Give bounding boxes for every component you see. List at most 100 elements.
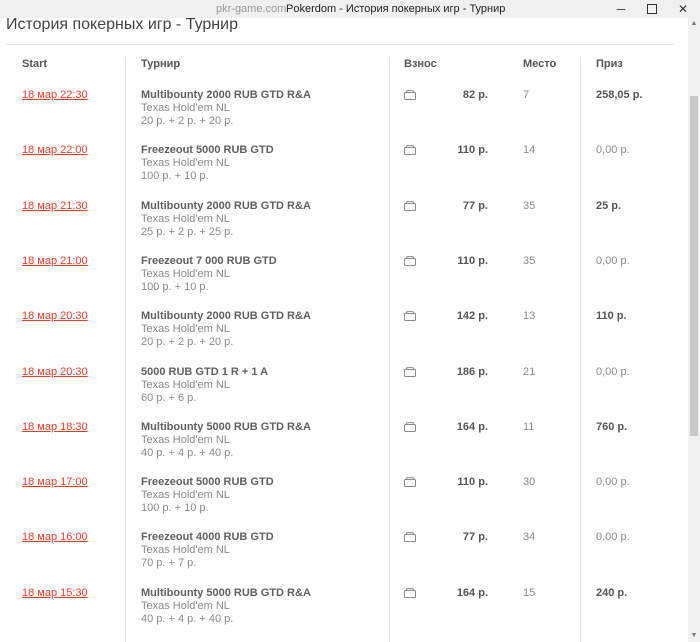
prize-amount: 25 р.: [596, 200, 622, 212]
table-row: 18 мар 15:30 Multibounty 5000 RUB GTD R&A…: [0, 587, 688, 642]
tournament-name: Freezeout 5000 RUB GTD: [141, 476, 274, 488]
prize-amount: 0,00 р.: [596, 476, 630, 488]
prize-amount: 760 р.: [596, 421, 628, 433]
header-buyin: Взнос: [404, 58, 437, 70]
buyin-amount: 110 р.: [457, 255, 488, 267]
buyin-amount: 77 р.: [462, 200, 488, 212]
table-row: 18 мар 21:30 Multibounty 2000 RUB GTD R&A…: [0, 200, 688, 255]
prize-amount: 240 р.: [596, 587, 628, 599]
finish-place: 30: [523, 476, 536, 488]
prize-amount: 0,00 р.: [596, 255, 630, 267]
tournament-date-link[interactable]: 18 мар 18:30: [22, 421, 88, 433]
game-type: Texas Hold'em NL: [141, 213, 230, 225]
scrollbar-thumb[interactable]: [690, 96, 698, 436]
table-row: 18 мар 22:00 Freezeout 5000 RUB GTD Texas …: [0, 144, 688, 199]
finish-place: 11: [523, 421, 535, 433]
prize-amount: 0,00 р.: [596, 531, 630, 543]
fee-breakdown: 70 р. + 7 р.: [141, 557, 197, 569]
fee-breakdown: 20 р. + 2 р. + 20 р.: [141, 336, 234, 348]
tournament-name: Freezeout 5000 RUB GTD: [141, 144, 274, 156]
tournament-date-link[interactable]: 18 мар 15:30: [22, 587, 88, 599]
buyin-amount: 164 р.: [456, 421, 488, 433]
wallet-icon: [404, 145, 416, 155]
prize-amount: 258,05 р.: [596, 89, 643, 101]
buyin-amount: 142 р.: [456, 310, 488, 322]
finish-place: 15: [523, 587, 536, 599]
window-title: Pokerdom - История покерных игр - Турнир: [286, 3, 506, 15]
game-type: Texas Hold'em NL: [141, 379, 230, 391]
wallet-icon: [404, 367, 416, 377]
prize-amount: 110 р.: [596, 310, 627, 322]
fee-breakdown: 60 р. + 6 р.: [141, 392, 197, 404]
fee-breakdown: 40 р. + 4 р. + 40 р.: [141, 447, 234, 459]
fee-breakdown: 100 р. + 10 р.: [141, 170, 209, 182]
tournament-name: Freezeout 7 000 RUB GTD: [141, 255, 277, 267]
wallet-icon: [404, 201, 416, 211]
finish-place: 34: [523, 531, 536, 543]
buyin-amount: 164 р.: [456, 587, 488, 599]
fee-breakdown: 25 р. + 2 р. + 25 р.: [141, 226, 234, 238]
header-start: Start: [22, 58, 48, 70]
tournament-name: Multibounty 2000 RUB GTD R&A: [141, 310, 311, 322]
buyin-amount: 110 р.: [457, 476, 488, 488]
minimize-button[interactable]: ─: [606, 0, 636, 18]
tournament-name: Multibounty 2000 RUB GTD R&A: [141, 200, 311, 212]
wallet-icon: [404, 90, 416, 100]
tournament-date-link[interactable]: 18 мар 22:00: [22, 144, 88, 156]
buyin-amount: 77 р.: [462, 531, 488, 543]
wallet-icon: [404, 256, 416, 266]
fee-breakdown: 100 р. + 10 р.: [141, 502, 209, 514]
tournament-date-link[interactable]: 18 мар 20:30: [22, 366, 88, 378]
finish-place: 21: [523, 366, 536, 378]
header-place: Место: [523, 58, 557, 70]
tournament-date-link[interactable]: 18 мар 22:30: [22, 89, 88, 101]
tournament-name: Multibounty 5000 RUB GTD R&A: [141, 587, 311, 599]
tournament-name: Multibounty 2000 RUB GTD R&A: [141, 89, 311, 101]
fee-breakdown: 100 р. + 10 р.: [141, 281, 209, 293]
game-type: Texas Hold'em NL: [141, 489, 230, 501]
table-row: 18 мар 16:00 Freezeout 4000 RUB GTD Texas …: [0, 531, 688, 586]
fee-breakdown: 40 р. + 4 р. + 40 р.: [141, 613, 234, 625]
tournament-date-link[interactable]: 18 мар 21:30: [22, 200, 88, 212]
maximize-icon: [647, 3, 657, 14]
wallet-icon: [404, 477, 416, 487]
finish-place: 35: [523, 255, 536, 267]
wallet-icon: [404, 588, 416, 598]
game-type: Texas Hold'em NL: [141, 544, 230, 556]
wallet-icon: [404, 311, 416, 321]
table-row: 18 мар 21:00 Freezeout 7 000 RUB GTD Texas…: [0, 255, 688, 310]
close-button[interactable]: ✕: [668, 0, 698, 18]
finish-place: 14: [523, 144, 536, 156]
buyin-amount: 110 р.: [457, 144, 488, 156]
tournament-date-link[interactable]: 18 мар 16:00: [22, 531, 88, 543]
table-row: 18 мар 20:30 5000 RUB GTD 1 R + 1 A Texas …: [0, 366, 688, 421]
scroll-down-arrow-icon[interactable]: ▼: [688, 630, 700, 642]
prize-amount: 0,00 р.: [596, 366, 630, 378]
wallet-icon: [404, 422, 416, 432]
table-row: 18 мар 18:30 Multibounty 5000 RUB GTD R&A…: [0, 421, 688, 476]
tournament-name: Freezeout 4000 RUB GTD: [141, 531, 274, 543]
table-row: 18 мар 17:00 Freezeout 5000 RUB GTD Texas …: [0, 476, 688, 531]
game-type: Texas Hold'em NL: [141, 323, 230, 335]
fee-breakdown: 20 р. + 2 р. + 20 р.: [141, 115, 234, 127]
game-type: Texas Hold'em NL: [141, 434, 230, 446]
tournament-date-link[interactable]: 18 мар 21:00: [22, 255, 88, 267]
scroll-up-arrow-icon[interactable]: ▲: [688, 18, 700, 30]
tournament-date-link[interactable]: 18 мар 20:30: [22, 310, 88, 322]
table-row: 18 мар 20:30 Multibounty 2000 RUB GTD R&A…: [0, 310, 688, 365]
header-tournament: Турнир: [141, 58, 181, 70]
tournament-date-link[interactable]: 18 мар 17:00: [22, 476, 88, 488]
buyin-amount: 186 р.: [456, 366, 488, 378]
tournament-name: 5000 RUB GTD 1 R + 1 A: [141, 366, 269, 378]
finish-place: 13: [523, 310, 536, 322]
vertical-scrollbar[interactable]: ▲ ▼: [688, 18, 700, 642]
maximize-button[interactable]: [637, 0, 667, 18]
table-row: 18 мар 22:30 Multibounty 2000 RUB GTD R&A…: [0, 89, 688, 144]
game-type: Texas Hold'em NL: [141, 102, 230, 114]
game-type: Texas Hold'em NL: [141, 157, 230, 169]
buyin-amount: 82 р.: [462, 89, 488, 101]
game-type: Texas Hold'em NL: [141, 600, 230, 612]
game-type: Texas Hold'em NL: [141, 268, 230, 280]
page-title: История покерных игр - Турнир: [6, 16, 238, 32]
wallet-icon: [404, 532, 416, 542]
